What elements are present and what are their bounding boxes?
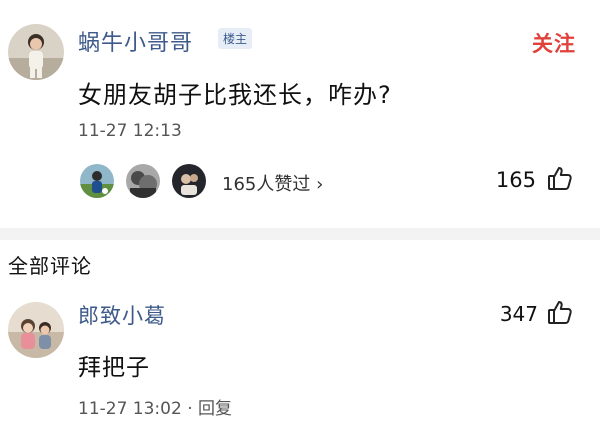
poster-username[interactable]: 蜗牛小哥哥 (78, 25, 193, 57)
comment-meta-reply[interactable]: 11-27 13:02 · 回复 (78, 394, 232, 419)
op-badge: 楼主 (218, 28, 253, 49)
likes-summary-link[interactable]: 165人赞过 › (222, 170, 323, 196)
liker-avatar[interactable] (124, 162, 162, 200)
post-text: 女朋友胡子比我还长，咋办? (78, 81, 392, 109)
post-card: 蜗牛小哥哥 楼主 关注 女朋友胡子比我还长，咋办? 11-27 12:13 16… (0, 0, 600, 228)
poster-avatar[interactable] (8, 24, 64, 80)
commenter-username[interactable]: 郎致小葛 (78, 300, 166, 330)
section-divider (0, 228, 600, 240)
follow-button[interactable]: 关注 (532, 28, 576, 58)
post-like-count: 165 (495, 168, 536, 192)
liker-avatar[interactable] (78, 162, 116, 200)
thumb-up-icon[interactable] (546, 164, 574, 192)
post-timestamp: 11-27 12:13 (78, 121, 182, 141)
comment-like-count: 347 (499, 302, 538, 326)
comment-text: 拜把子 (78, 355, 150, 381)
liker-avatar[interactable] (170, 162, 208, 200)
commenter-avatar[interactable] (8, 302, 64, 358)
all-comments-heading: 全部评论 (8, 254, 92, 278)
thumb-up-icon[interactable] (546, 298, 574, 326)
